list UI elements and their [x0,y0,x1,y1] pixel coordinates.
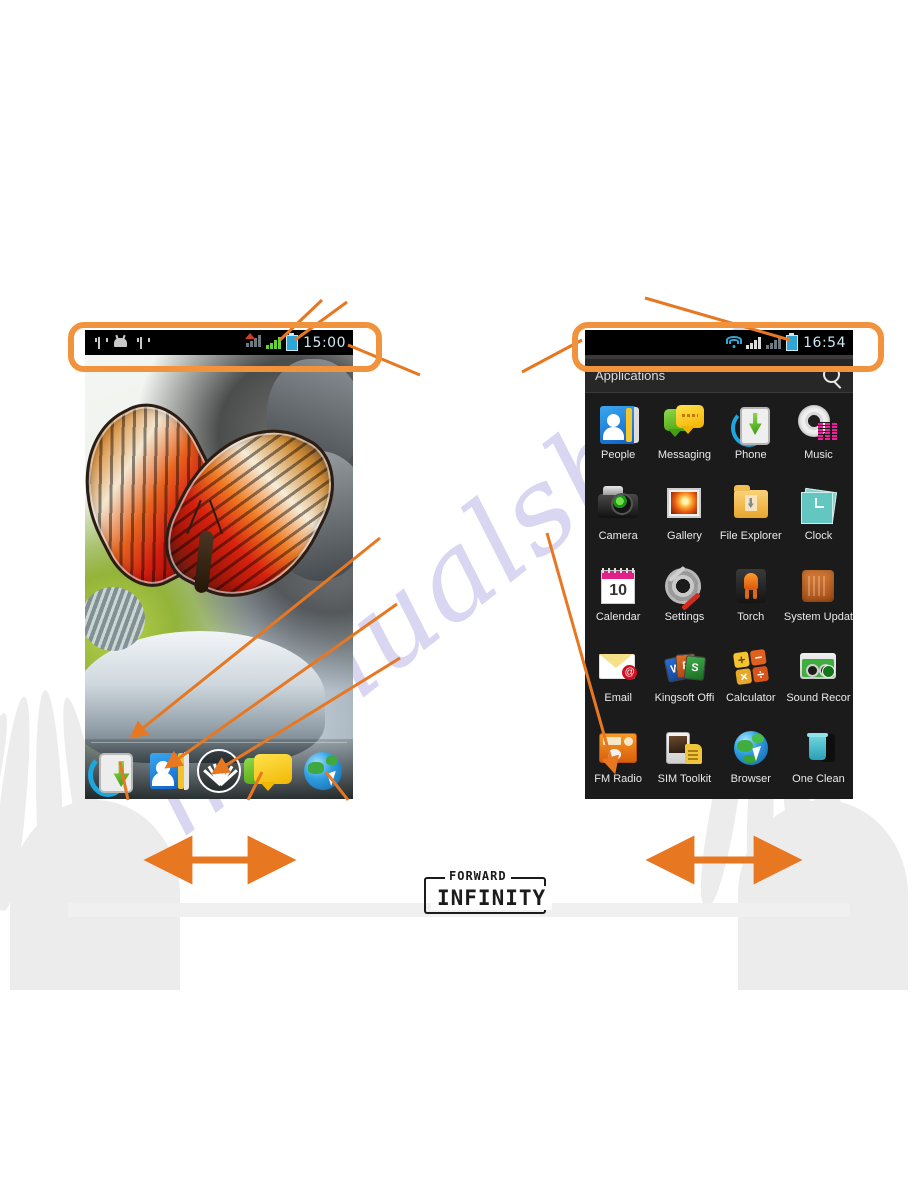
app-label: Calendar [595,611,641,623]
fm-radio-icon [598,729,638,769]
camera-icon [598,486,639,526]
app-item-one-clean[interactable]: One Clean [784,723,853,799]
cursor-icon [327,770,341,787]
people-icon [598,405,640,445]
app-label: File Explorer [719,530,782,542]
butterfly-wallpaper [85,355,353,799]
phone-home-screen[interactable]: 15:00 [85,330,353,799]
app-label: SIM Toolkit [657,773,712,785]
app-label: Phone [734,449,767,461]
app-item-camera[interactable]: Camera [585,480,651,561]
app-label: Sound Recor [786,692,851,704]
phone-icon [98,753,133,793]
messaging-icon [254,754,293,791]
logo-top-word: FORWARD [445,869,511,883]
fan-blade [0,709,18,921]
app-label: Gallery [667,530,702,542]
people-edge [183,752,189,790]
app-item-settings[interactable]: Settings [651,561,717,642]
highlight-box-right-statusbar [572,322,884,372]
app-label: Torch [737,611,765,623]
dock-item-people[interactable] [146,751,189,791]
fan-dome [10,800,180,990]
email-badge: @ [622,665,638,680]
home-dock [85,745,353,797]
app-label: Music [804,449,833,461]
app-item-sound-recorder[interactable]: Sound Recor [784,642,853,723]
system-update-icon [798,567,838,607]
app-label: Clock [804,530,833,542]
browser-icon [304,752,343,790]
butterfly-graphic [85,389,352,622]
app-label: Browser [730,773,771,785]
people-icon [149,753,178,789]
app-item-phone[interactable]: Phone [718,399,784,480]
kingsoft-office-icon: WPS [664,648,707,688]
calendar-icon: 10 [598,567,638,607]
page-root: manualshive 15:00 16:54 Applications Peo… [0,0,918,1188]
email-icon: @ [598,648,638,688]
dock-item-messaging[interactable] [244,751,293,791]
app-item-calendar[interactable]: 10 Calendar [585,561,651,642]
sound-recorder-icon [798,648,838,688]
app-item-people[interactable]: People [585,399,651,480]
app-item-system-update[interactable]: System Updat [784,561,853,642]
highlight-box-left-statusbar [68,322,382,372]
brand-logo: FORWARD INFINITY [421,869,553,914]
app-item-fm-radio[interactable]: FM Radio [585,723,651,799]
app-item-gallery[interactable]: Gallery [651,480,717,561]
people-tab [177,753,184,789]
app-item-torch[interactable]: Torch [718,561,784,642]
app-item-messaging[interactable]: Messaging [651,399,717,480]
app-label: Camera [598,530,638,542]
calc-key: + [732,651,750,669]
dock-item-browser[interactable] [303,751,343,791]
dock-item-app-drawer[interactable] [196,749,241,793]
app-item-email[interactable]: @ Email [585,642,651,723]
app-label: Email [604,692,632,704]
phone-applications-screen[interactable]: 16:54 Applications People Messaging Phon… [585,330,853,799]
app-item-clock[interactable]: Clock [784,480,853,561]
app-grid: People Messaging Phone Music Camera Gall… [585,393,853,799]
app-label: FM Radio [594,773,642,785]
calculator-icon: + − × ÷ [731,648,771,688]
app-item-kingsoft-office[interactable]: WPS Kingsoft Offi [651,642,717,723]
app-label: Messaging [657,449,712,461]
fan-blade [0,695,38,912]
one-clean-icon [798,729,838,769]
file-explorer-icon [731,485,771,526]
gallery-icon [664,486,704,526]
sim-toolkit-icon [664,729,704,769]
fan-blade [32,689,66,906]
app-item-music[interactable]: Music [784,399,853,480]
dock-divider [91,742,347,743]
music-icon [798,405,839,445]
calc-key: × [735,668,752,686]
app-label: Kingsoft Offi [654,692,715,704]
app-label: Settings [664,611,705,623]
calc-key: − [749,648,767,666]
app-drawer: Applications People Messaging Phone Musi… [585,355,853,799]
settings-icon [664,565,704,611]
app-item-calculator[interactable]: + − × ÷ Calculator [718,642,784,723]
phone-icon [730,405,771,447]
app-label: People [601,449,636,461]
logo-bottom-word: INFINITY [431,886,553,910]
dock-item-phone[interactable] [87,751,135,797]
messaging-icon [664,405,705,445]
app-item-file-explorer[interactable]: File Explorer [718,480,784,561]
calendar-day: 10 [609,582,628,599]
app-label: Calculator [725,692,776,704]
app-label: System Updat [783,611,853,623]
clock-icon [798,486,838,526]
fan-dome [738,800,908,990]
app-item-browser[interactable]: Browser [718,723,784,799]
app-label: One Clean [792,773,845,785]
torch-icon [731,567,771,607]
calc-key: ÷ [751,665,769,683]
app-item-sim-toolkit[interactable]: SIM Toolkit [651,723,717,799]
browser-icon [731,729,771,769]
